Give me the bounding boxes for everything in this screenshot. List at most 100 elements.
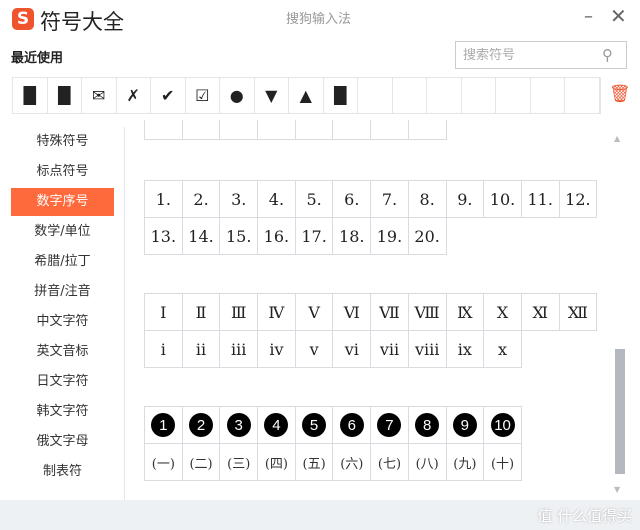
symbol-cell[interactable]: ⅳ	[258, 331, 296, 368]
symbol-cell[interactable]: (一)	[145, 444, 183, 481]
symbol-cell[interactable]: 15.	[220, 218, 259, 255]
symbol-cell[interactable]: ⅵ	[333, 331, 372, 368]
symbol-cell[interactable]: 16.	[258, 218, 296, 255]
scrollbar-thumb[interactable]	[615, 349, 625, 474]
recent-symbol[interactable]	[462, 78, 496, 113]
symbol-cell[interactable]: Ⅻ	[559, 294, 598, 331]
recent-symbol[interactable]	[565, 78, 600, 113]
symbol-cell[interactable]: (四)	[258, 444, 296, 481]
symbol-cell[interactable]: 9	[446, 407, 485, 444]
sidebar-item[interactable]: 中文字符	[11, 308, 114, 336]
symbol-cell[interactable]: Ⅰ	[145, 294, 183, 331]
recent-symbol[interactable]: ▼	[255, 78, 289, 113]
symbol-cell[interactable]: Ⅹ	[484, 294, 522, 331]
symbol-cell[interactable]: 6	[333, 407, 372, 444]
symbol-cell[interactable]: ⅷ	[408, 331, 447, 368]
close-button[interactable]: ✕	[610, 4, 627, 28]
recent-symbol[interactable]	[427, 78, 462, 113]
search-input[interactable]	[463, 47, 598, 63]
symbol-cell[interactable]: 8	[408, 407, 447, 444]
sidebar-item[interactable]: 数字序号	[11, 188, 114, 216]
symbol-cell[interactable]: 7.	[371, 181, 409, 218]
symbol-cell[interactable]: 6.	[333, 181, 372, 218]
sidebar-item[interactable]: 英文音标	[11, 338, 114, 366]
sidebar-item[interactable]: 数学/单位	[11, 218, 114, 246]
recent-symbol[interactable]: █	[324, 78, 358, 113]
sidebar-item[interactable]: 拼音/注音	[11, 278, 114, 306]
symbol-cell[interactable]: Ⅷ	[408, 294, 447, 331]
symbol-cell[interactable]	[220, 120, 259, 140]
symbol-cell[interactable]: ⅱ	[182, 331, 221, 368]
recent-symbol[interactable]	[358, 78, 393, 113]
symbol-cell[interactable]: Ⅲ	[220, 294, 259, 331]
minimize-button[interactable]: –	[584, 6, 593, 27]
symbol-cell[interactable]: 7	[371, 407, 409, 444]
symbol-cell[interactable]: Ⅺ	[521, 294, 560, 331]
scroll-up-icon[interactable]: ▲	[614, 134, 620, 143]
symbol-cell[interactable]: Ⅶ	[371, 294, 409, 331]
recent-symbol[interactable]: ●	[220, 78, 255, 113]
symbol-cell[interactable]: ⅰ	[145, 331, 183, 368]
symbol-cell[interactable]: (三)	[220, 444, 259, 481]
symbol-cell[interactable]: 5.	[295, 181, 334, 218]
symbol-cell[interactable]: 1.	[145, 181, 183, 218]
symbol-cell[interactable]	[182, 120, 221, 140]
sidebar-item[interactable]: 制表符	[11, 458, 114, 486]
symbol-cell[interactable]: 12.	[559, 181, 598, 218]
symbol-cell[interactable]	[258, 120, 296, 140]
recent-symbol[interactable]: ▲	[289, 78, 324, 113]
symbol-cell[interactable]: 4	[258, 407, 296, 444]
symbol-cell[interactable]: 19.	[371, 218, 409, 255]
symbol-cell[interactable]: Ⅵ	[333, 294, 372, 331]
recent-symbol[interactable]	[496, 78, 531, 113]
symbol-cell[interactable]: 3	[220, 407, 259, 444]
symbol-cell[interactable]: 8.	[408, 181, 447, 218]
symbol-cell[interactable]: (五)	[295, 444, 334, 481]
symbol-cell[interactable]: ⅴ	[295, 331, 334, 368]
symbol-cell[interactable]: 18.	[333, 218, 372, 255]
search-icon[interactable]: ⚲	[602, 46, 613, 64]
symbol-cell[interactable]: 13.	[145, 218, 183, 255]
symbol-cell[interactable]: (七)	[371, 444, 409, 481]
sidebar-item[interactable]: 标点符号	[11, 158, 114, 186]
scroll-down-icon[interactable]: ▼	[614, 485, 620, 494]
symbol-cell[interactable]: Ⅸ	[446, 294, 485, 331]
symbol-cell[interactable]	[145, 120, 183, 140]
symbol-cell[interactable]: Ⅱ	[182, 294, 221, 331]
symbol-cell[interactable]: Ⅴ	[295, 294, 334, 331]
symbol-cell[interactable]: ⅲ	[220, 331, 259, 368]
symbol-cell[interactable]: 3.	[220, 181, 259, 218]
symbol-cell[interactable]: 5	[295, 407, 334, 444]
symbol-cell[interactable]: ⅸ	[446, 331, 485, 368]
sidebar-item[interactable]: 俄文字母	[11, 428, 114, 456]
symbol-cell[interactable]: (九)	[446, 444, 485, 481]
sidebar-item[interactable]: 特殊符号	[11, 128, 114, 156]
symbol-cell[interactable]: (十)	[484, 444, 522, 481]
symbol-cell[interactable]	[295, 120, 334, 140]
symbol-cell[interactable]: 2	[182, 407, 221, 444]
sidebar-item[interactable]: 日文字符	[11, 368, 114, 396]
trash-icon[interactable]: 🗑	[609, 84, 631, 104]
recent-symbol[interactable]: █	[13, 78, 48, 113]
symbol-cell[interactable]: 20.	[408, 218, 447, 255]
recent-symbol[interactable]: ✔	[151, 78, 186, 113]
symbol-cell[interactable]	[408, 120, 447, 140]
symbol-cell[interactable]: 2.	[182, 181, 221, 218]
symbol-cell[interactable]: (八)	[408, 444, 447, 481]
symbol-cell[interactable]: 14.	[182, 218, 221, 255]
recent-symbol[interactable]	[531, 78, 565, 113]
symbol-cell[interactable]: 10	[484, 407, 522, 444]
symbol-cell[interactable]: 9.	[446, 181, 485, 218]
symbol-cell[interactable]: (六)	[333, 444, 372, 481]
symbol-cell[interactable]	[333, 120, 372, 140]
symbol-cell[interactable]: 10.	[484, 181, 522, 218]
recent-symbol[interactable]	[393, 78, 427, 113]
recent-symbol[interactable]: ✗	[117, 78, 151, 113]
symbol-cell[interactable]: ⅹ	[484, 331, 522, 368]
symbol-cell[interactable]: 4.	[258, 181, 296, 218]
recent-symbol[interactable]: ☑	[186, 78, 220, 113]
recent-symbol[interactable]: █	[48, 78, 82, 113]
sidebar-item[interactable]: 韩文字符	[11, 398, 114, 426]
sidebar-item[interactable]: 希腊/拉丁	[11, 248, 114, 276]
recent-symbol[interactable]: ✉	[82, 78, 117, 113]
